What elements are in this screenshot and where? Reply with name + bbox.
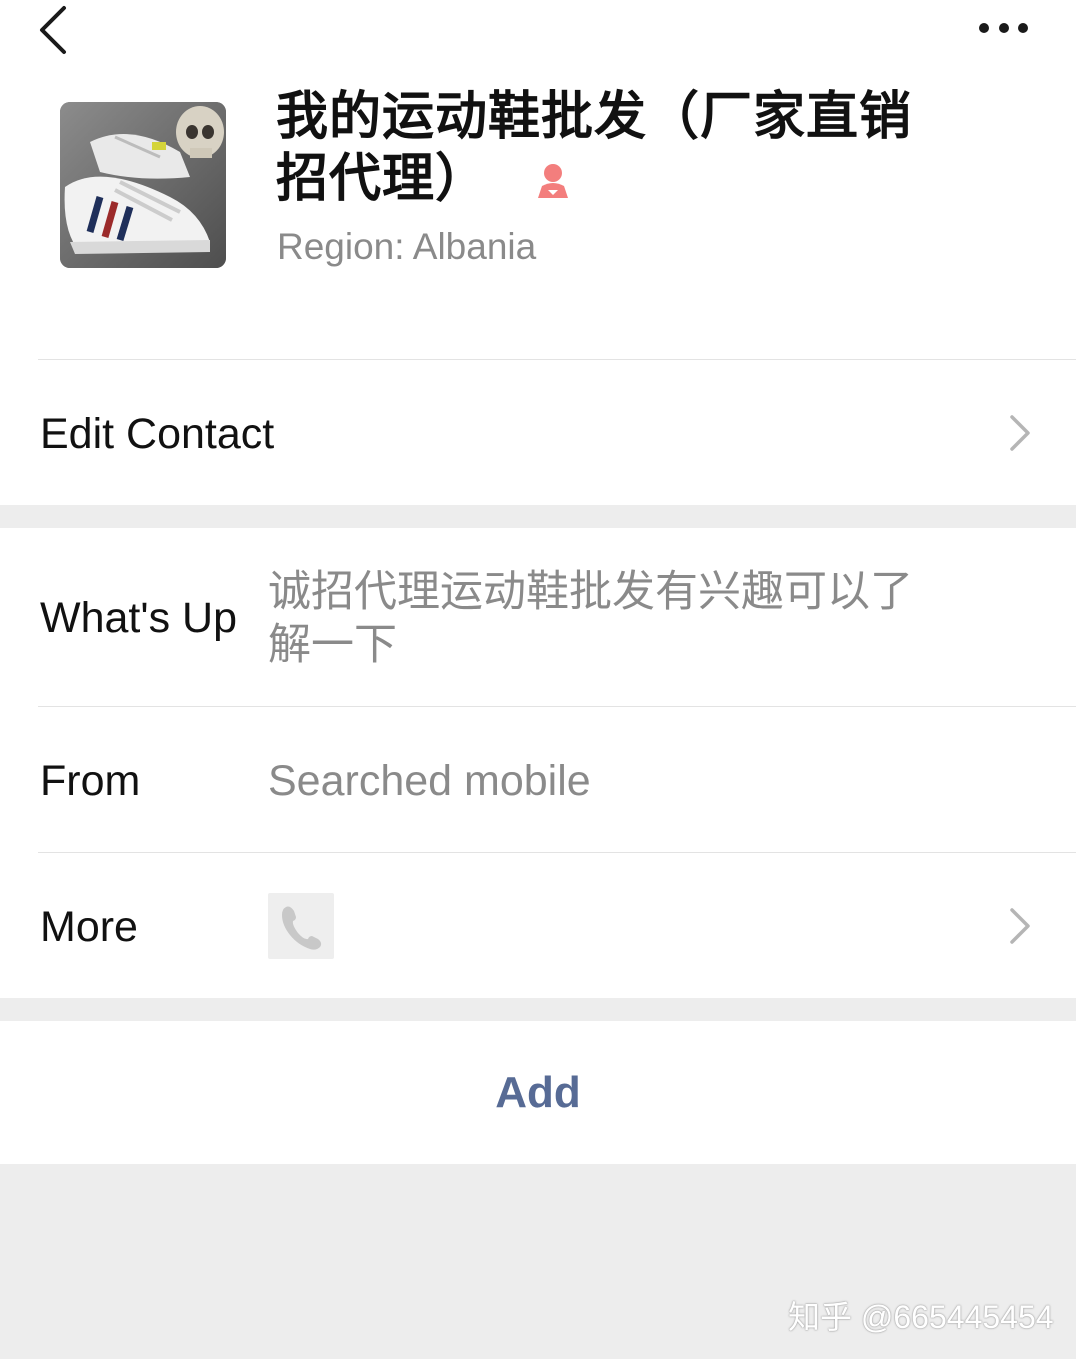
- more-row[interactable]: [0, 853, 1076, 998]
- region-text: Region: Albania: [277, 226, 537, 267]
- from-label: From: [40, 757, 141, 805]
- from-value: Searched mobile: [268, 757, 591, 805]
- chevron-right-icon: [1006, 413, 1036, 453]
- profile-name-line1: 我的运动鞋批发（厂家直销: [276, 88, 913, 146]
- more-options-button[interactable]: [970, 8, 1040, 48]
- more-label: More: [40, 903, 138, 951]
- avatar[interactable]: [60, 102, 226, 268]
- divider: [38, 706, 1076, 707]
- whats-up-label: What's Up: [40, 594, 237, 642]
- whats-up-line1: 诚招代理运动鞋批发有兴趣可以了: [268, 568, 913, 616]
- chevron-right-icon: [1006, 906, 1036, 946]
- whats-up-line2: 解一下: [268, 621, 397, 669]
- watermark: 知乎 @665445454: [788, 1299, 1054, 1335]
- phone-icon: [268, 893, 334, 959]
- ellipsis-icon: [979, 23, 1028, 33]
- chevron-left-icon: [40, 6, 66, 54]
- edit-contact-label: Edit Contact: [40, 410, 275, 458]
- sneaker-photo-icon: [60, 102, 226, 268]
- add-button-label: Add: [495, 1068, 581, 1117]
- female-icon: [532, 160, 574, 202]
- profile-name: 我的运动鞋批发（厂家直销 招代理）: [276, 86, 936, 210]
- whats-up-value: 诚招代理运动鞋批发有兴趣可以了 解一下: [268, 566, 988, 672]
- back-button[interactable]: [30, 2, 80, 56]
- profile-name-line2: 招代理）: [276, 150, 489, 208]
